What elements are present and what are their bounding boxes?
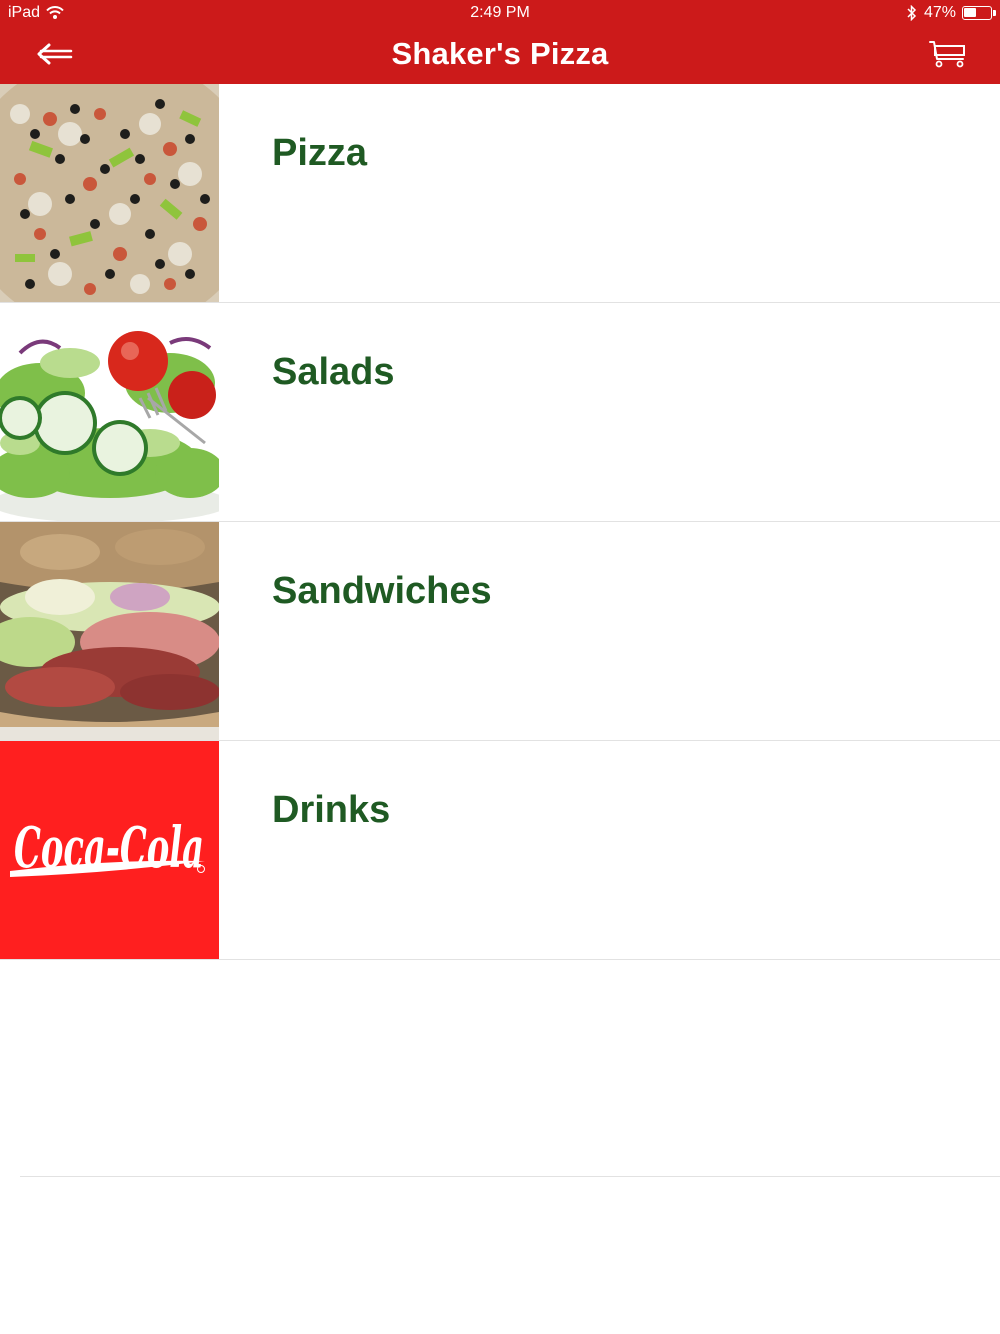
coca-cola-logo: Coca-Cola xyxy=(0,741,219,959)
page-title: Shaker's Pizza xyxy=(391,36,609,71)
list-divider xyxy=(20,1176,1000,1177)
cart-button[interactable] xyxy=(928,36,968,72)
category-label: Sandwiches xyxy=(272,570,492,612)
category-label: Pizza xyxy=(272,132,368,174)
category-label: Drinks xyxy=(272,789,391,831)
top-bar: iPad 2:49 PM 47% Shaker's Pizza xyxy=(0,0,1000,84)
status-bar: iPad 2:49 PM 47% xyxy=(0,0,1000,28)
category-row-salads[interactable]: Salads xyxy=(0,303,1000,522)
salad-photo xyxy=(0,303,219,521)
battery-percent: 47% xyxy=(923,4,956,21)
category-list: Pizza Salads Sandwiches Coca-Cola Drinks xyxy=(0,84,1000,960)
cart-icon xyxy=(929,41,965,68)
pizza-photo xyxy=(0,84,219,302)
category-row-drinks[interactable]: Coca-Cola Drinks xyxy=(0,741,1000,960)
battery-icon xyxy=(962,6,996,20)
category-row-pizza[interactable]: Pizza xyxy=(0,84,1000,303)
bluetooth-icon xyxy=(907,5,917,21)
coca-cola-wordmark: Coca-Cola xyxy=(14,815,204,881)
sandwich-photo xyxy=(0,522,219,740)
category-row-sandwiches[interactable]: Sandwiches xyxy=(0,522,1000,741)
category-label: Salads xyxy=(272,351,395,393)
status-time: 2:49 PM xyxy=(470,4,530,21)
